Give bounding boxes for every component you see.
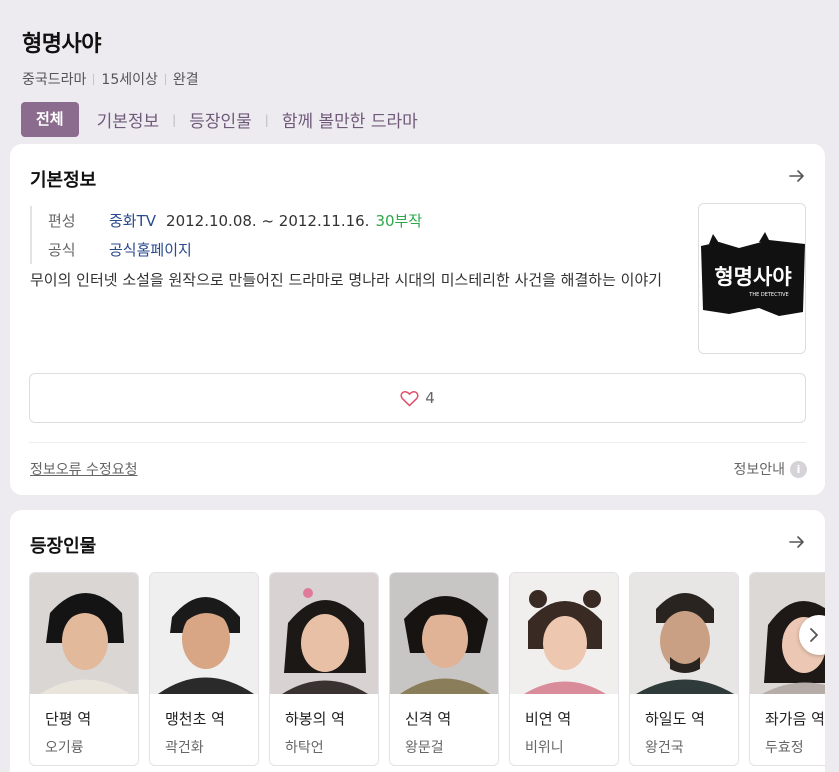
cast-actor: 비위니 [525,740,564,756]
meta-separator [93,73,95,85]
arrow-right-icon[interactable] [787,532,807,552]
poster-title: 형명사야 [714,265,792,289]
cast-role: 좌가음 역 [765,710,825,728]
cast-actor: 오기륭 [45,740,84,756]
tab-all[interactable]: 전체 [21,102,79,137]
cast-card-section: 등장인물 단평 역 오기륭 맹천초 역 곽건화 하봉의 역 하탁언 신격 역 왕… [10,510,825,772]
cast-item[interactable]: 비연 역 비위니 [509,572,619,766]
cast-role: 맹천초 역 [165,710,225,728]
channel-link[interactable]: 중화TV [109,210,156,231]
tab-basic-info[interactable]: 기본정보 [97,107,160,132]
cast-item[interactable]: 신격 역 왕문걸 [389,572,499,766]
tab-similar-dramas[interactable]: 함께 볼만한 드라마 [282,107,418,132]
broadcast-period: 2012.10.08. ~ 2012.11.16. [166,211,370,230]
cast-actor: 곽건화 [165,740,204,756]
cast-photo [30,573,138,694]
page-title: 형명사야 [22,32,101,57]
synopsis: 무이의 인터넷 소설을 원작으로 만들어진 드라마로 명나라 시대의 미스테리한… [30,271,663,289]
info-guide[interactable]: 정보안내 i [733,459,807,479]
tab-bar: 전체 기본정보 | 등장인물 | 함께 볼만한 드라마 [21,102,839,137]
cast-role: 하일도 역 [645,710,705,728]
drama-header: 형명사야 중국드라마 15세이상 완결 전체 기본정보 | 등장인물 | 함께 … [21,26,839,137]
info-icon: i [790,460,807,478]
cast-role: 단평 역 [45,710,92,728]
cast-actor: 왕문걸 [405,740,444,756]
cast-photo [150,573,258,694]
cast-photo [510,573,618,694]
cast-role: 하봉의 역 [285,710,345,728]
meta-rating: 15세이상 [101,72,158,88]
heart-icon [400,390,419,406]
info-guide-label: 정보안내 [733,462,785,478]
poster-subtitle: THE DETECTIVE [748,292,788,298]
meta-separator [164,73,166,85]
info-list: 편성 중화TV 2012.10.08. ~ 2012.11.16. 30부작 공… [30,206,422,264]
basic-info-title: 기본정보 [30,170,97,191]
cast-item[interactable]: 맹천초 역 곽건화 [149,572,259,766]
episode-count: 30부작 [375,212,423,230]
official-homepage-link[interactable]: 공식홈페이지 [109,239,192,260]
cast-list: 단평 역 오기륭 맹천초 역 곽건화 하봉의 역 하탁언 신격 역 왕문걸 비연… [29,572,825,766]
cast-role: 신격 역 [405,710,452,728]
cast-item[interactable]: 단평 역 오기륭 [29,572,139,766]
tab-separator: | [264,112,269,127]
divider [29,442,806,443]
cast-item[interactable]: 하봉의 역 하탁언 [269,572,379,766]
cast-title: 등장인물 [30,536,97,557]
cast-role: 비연 역 [525,710,572,728]
meta-info: 중국드라마 15세이상 완결 [22,69,839,89]
like-button[interactable]: 4 [29,373,806,423]
meta-genre: 중국드라마 [22,72,87,88]
arrow-right-icon[interactable] [787,166,807,186]
official-row: 공식 공식홈페이지 [48,235,422,264]
cast-item[interactable]: 좌가음 역 두효정 [749,572,825,766]
tab-separator: | [172,112,177,127]
broadcast-label: 편성 [48,212,76,230]
meta-status: 완결 [172,72,199,88]
cast-actor: 하탁언 [285,740,324,756]
tab-cast[interactable]: 등장인물 [189,107,252,132]
report-error-link[interactable]: 정보오류 수정요청 [30,459,138,479]
like-count: 4 [425,389,435,407]
cast-item[interactable]: 하일도 역 왕건국 [629,572,739,766]
poster-image[interactable]: 형명사야 THE DETECTIVE [698,203,806,354]
cast-photo [630,573,738,694]
cast-actor: 두효정 [765,740,804,756]
chevron-right-icon [810,628,818,642]
official-label: 공식 [48,241,76,259]
broadcast-row: 편성 중화TV 2012.10.08. ~ 2012.11.16. 30부작 [48,206,422,235]
basic-info-card: 기본정보 편성 중화TV 2012.10.08. ~ 2012.11.16. 3… [10,144,825,495]
cast-actor: 왕건국 [645,740,684,756]
cast-photo [270,573,378,694]
cast-photo [390,573,498,694]
